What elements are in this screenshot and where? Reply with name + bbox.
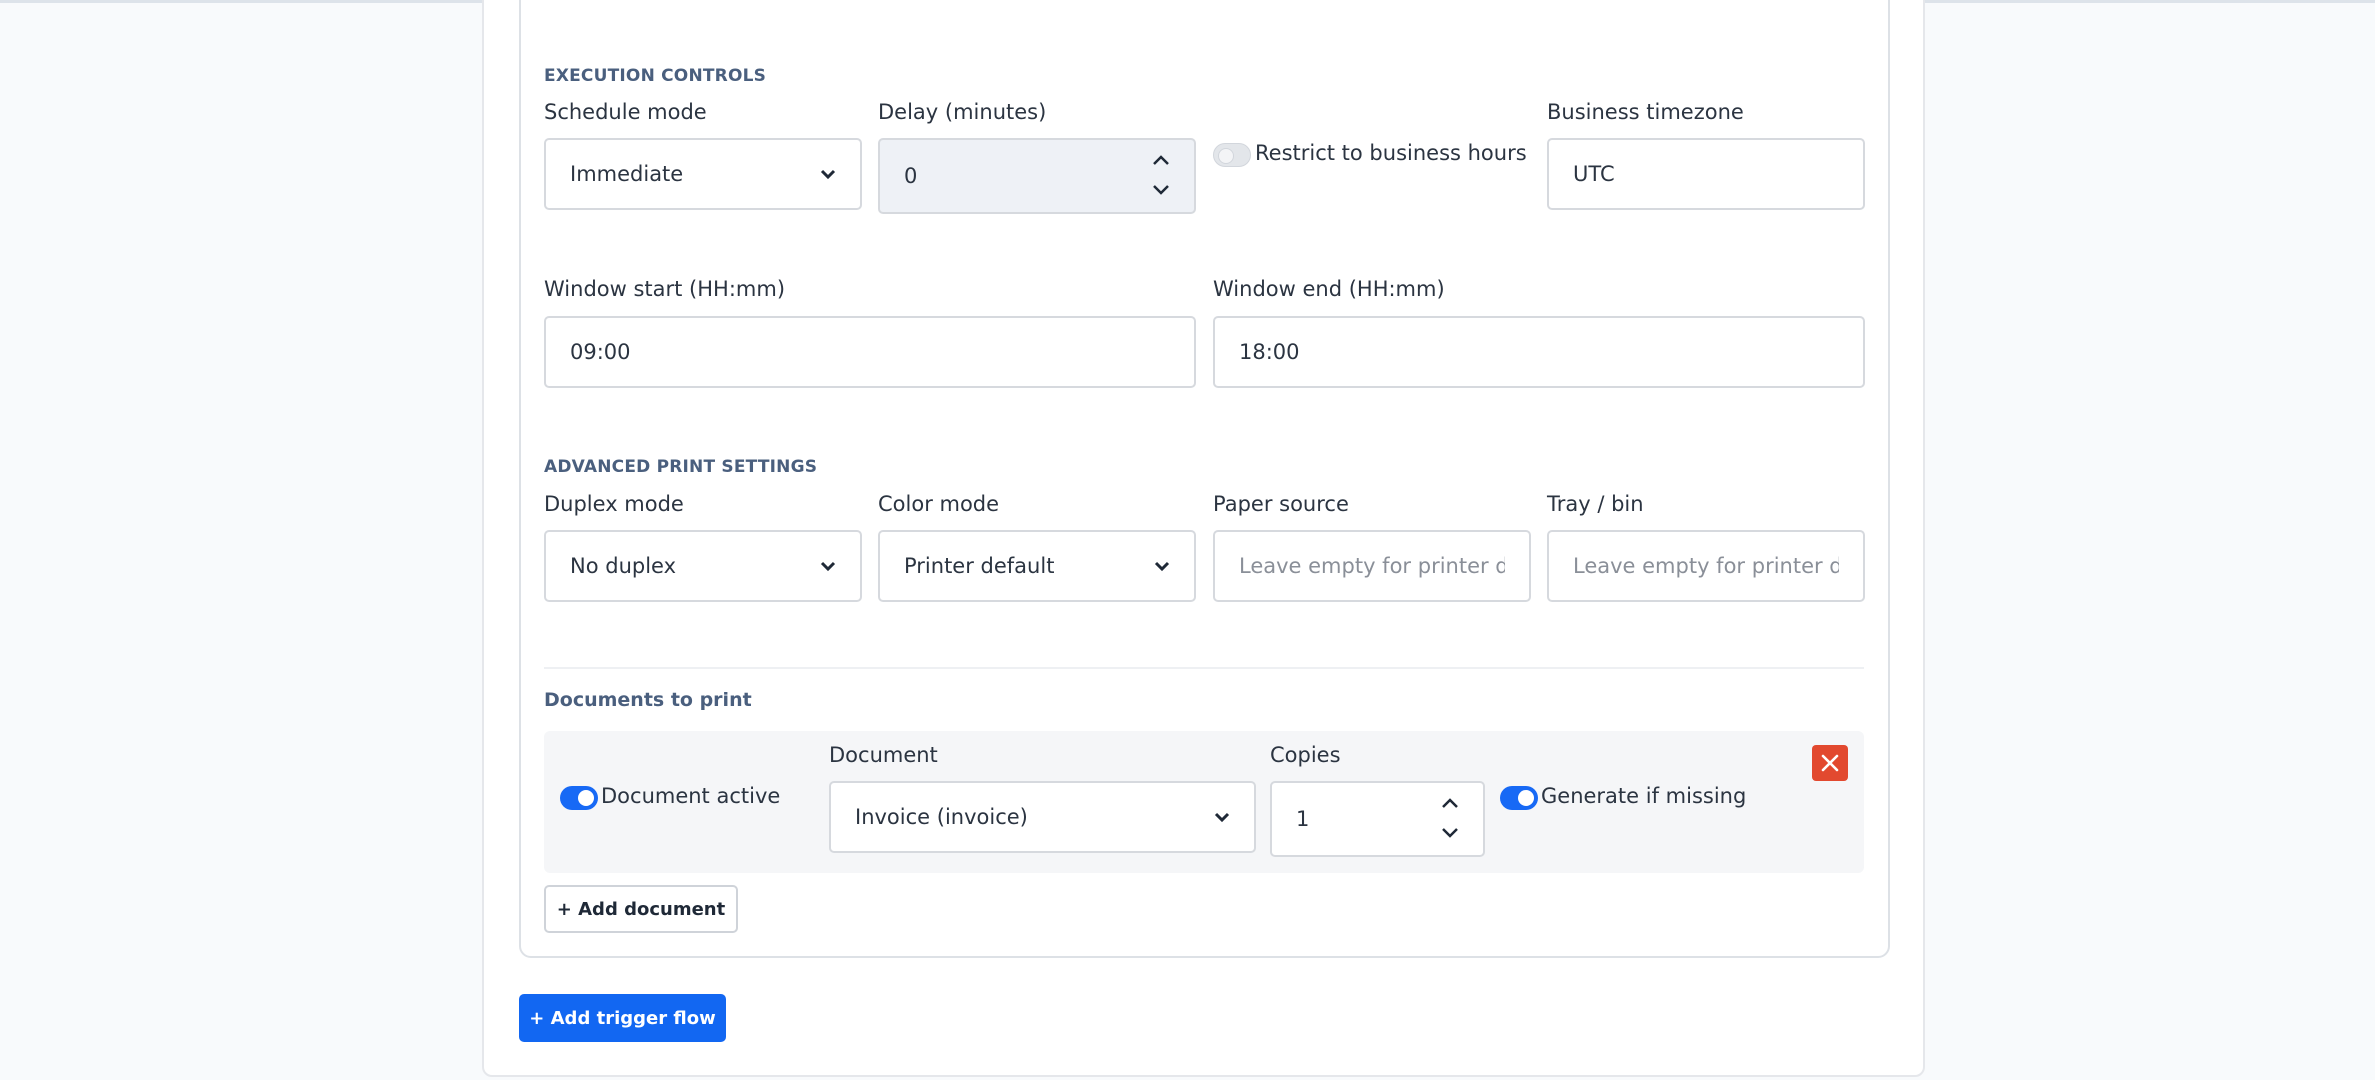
remove-document-button[interactable] xyxy=(1812,745,1848,781)
window-start-value: 09:00 xyxy=(570,340,631,364)
copies-label: Copies xyxy=(1270,743,1341,767)
documents-title: Documents to print xyxy=(544,689,752,711)
color-mode-value: Printer default xyxy=(904,554,1055,578)
toggle-knob xyxy=(578,790,594,806)
schedule-mode-select[interactable]: Immediate xyxy=(544,138,862,210)
generate-if-missing-label: Generate if missing xyxy=(1541,784,1747,808)
tray-bin-input[interactable]: Leave empty for printer de xyxy=(1547,530,1865,602)
duplex-mode-label: Duplex mode xyxy=(544,492,684,516)
window-end-label: Window end (HH:mm) xyxy=(1213,277,1445,301)
paper-source-placeholder: Leave empty for printer de xyxy=(1239,554,1505,578)
paper-source-label: Paper source xyxy=(1213,492,1349,516)
section-divider xyxy=(544,667,1864,669)
document-active-label: Document active xyxy=(601,784,781,808)
chevron-down-icon xyxy=(820,561,836,572)
close-icon xyxy=(1821,754,1839,772)
tray-bin-label: Tray / bin xyxy=(1547,492,1644,516)
toggle-knob xyxy=(1218,148,1234,164)
tray-bin-placeholder: Leave empty for printer de xyxy=(1573,554,1839,578)
window-start-input[interactable]: 09:00 xyxy=(544,316,1196,388)
add-trigger-flow-button[interactable]: + Add trigger flow xyxy=(519,994,726,1042)
document-select[interactable]: Invoice (invoice) xyxy=(829,781,1256,853)
chevron-down-icon xyxy=(1214,812,1230,823)
paper-source-input[interactable]: Leave empty for printer de xyxy=(1213,530,1531,602)
spinner-icon[interactable] xyxy=(1150,148,1172,202)
document-value: Invoice (invoice) xyxy=(855,805,1028,829)
delay-value: 0 xyxy=(904,164,918,188)
generate-if-missing-toggle[interactable] xyxy=(1500,786,1538,810)
window-end-value: 18:00 xyxy=(1239,340,1300,364)
document-label: Document xyxy=(829,743,938,767)
business-timezone-input[interactable]: UTC xyxy=(1547,138,1865,210)
schedule-mode-value: Immediate xyxy=(570,162,684,186)
advanced-print-title: ADVANCED PRINT SETTINGS xyxy=(544,457,818,477)
execution-controls-title: EXECUTION CONTROLS xyxy=(544,66,767,86)
delay-input[interactable]: 0 xyxy=(878,138,1196,214)
add-document-button[interactable]: + Add document xyxy=(544,885,738,933)
window-start-label: Window start (HH:mm) xyxy=(544,277,786,301)
toggle-knob xyxy=(1518,790,1534,806)
schedule-mode-label: Schedule mode xyxy=(544,100,707,124)
business-timezone-label: Business timezone xyxy=(1547,100,1744,124)
business-timezone-value: UTC xyxy=(1573,162,1615,186)
chevron-down-icon xyxy=(1154,561,1170,572)
business-hours-label: Restrict to business hours xyxy=(1255,141,1527,165)
copies-value: 1 xyxy=(1296,807,1310,831)
delay-label: Delay (minutes) xyxy=(878,100,1047,124)
document-active-toggle[interactable] xyxy=(560,786,598,810)
business-hours-toggle[interactable] xyxy=(1213,143,1251,167)
spinner-icon[interactable] xyxy=(1439,791,1461,845)
color-mode-label: Color mode xyxy=(878,492,1000,516)
copies-input[interactable]: 1 xyxy=(1270,781,1485,857)
duplex-mode-select[interactable]: No duplex xyxy=(544,530,862,602)
chevron-down-icon xyxy=(820,169,836,180)
window-end-input[interactable]: 18:00 xyxy=(1213,316,1865,388)
color-mode-select[interactable]: Printer default xyxy=(878,530,1196,602)
duplex-mode-value: No duplex xyxy=(570,554,677,578)
